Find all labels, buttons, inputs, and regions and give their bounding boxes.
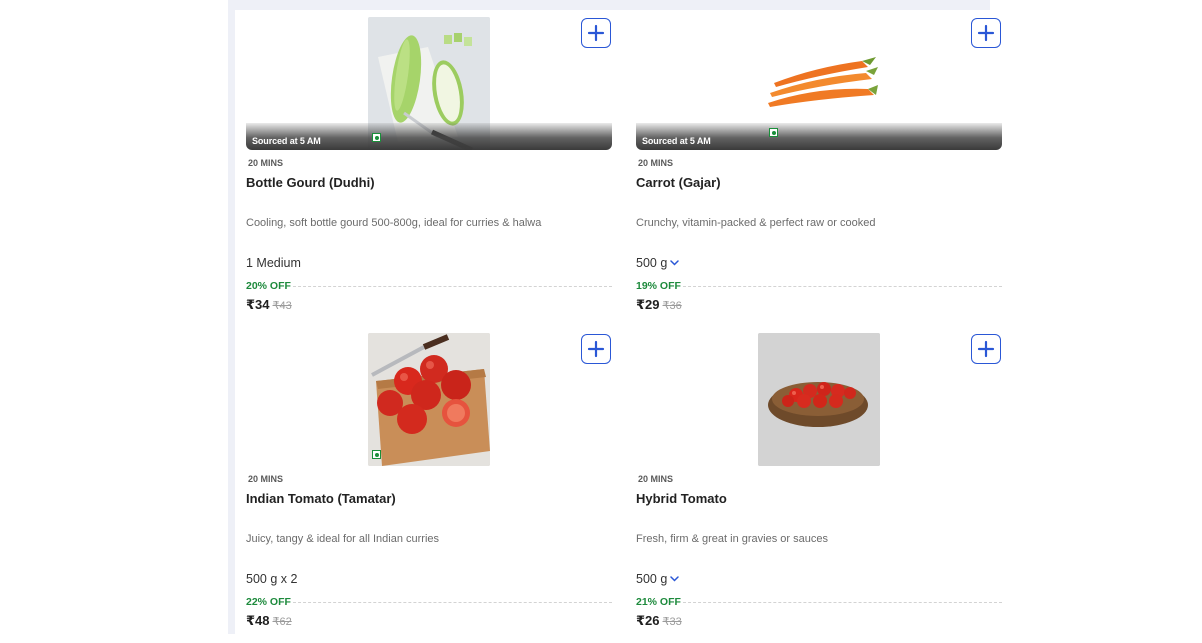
add-to-cart-button[interactable] xyxy=(581,334,611,364)
product-grid: Sourced at 5 AM 20 MINS Bottle Gourd (Du… xyxy=(0,0,1202,634)
dashed-divider xyxy=(292,285,612,287)
selling-price: ₹26 xyxy=(636,613,660,628)
selling-price: ₹48 xyxy=(246,613,270,628)
veg-icon xyxy=(769,128,778,137)
dashed-divider xyxy=(292,601,612,603)
discount-badge: 21% OFF xyxy=(636,596,681,608)
add-to-cart-button[interactable] xyxy=(971,334,1001,364)
product-description: Cooling, soft bottle gourd 500-800g, ide… xyxy=(246,217,542,229)
product-description: Fresh, firm & great in gravies or sauces xyxy=(636,533,828,545)
discount-row: 22% OFF xyxy=(246,596,612,608)
quantity-selector[interactable]: 500 g xyxy=(636,572,680,586)
price-row: ₹29 ₹36 xyxy=(636,297,682,313)
delivery-eta: 20 MINS xyxy=(638,158,674,168)
veg-icon xyxy=(372,450,381,459)
veg-icon xyxy=(372,133,381,142)
delivery-eta: 20 MINS xyxy=(248,474,284,484)
quantity-label: 500 g x 2 xyxy=(246,572,297,586)
add-to-cart-button[interactable] xyxy=(971,18,1001,48)
sourced-badge: Sourced at 5 AM xyxy=(246,123,612,150)
product-name[interactable]: Hybrid Tomato xyxy=(636,491,727,506)
dashed-divider xyxy=(682,285,1002,287)
product-media: Sourced at 5 AM xyxy=(636,17,1002,150)
sourced-text: Sourced at 5 AM xyxy=(642,136,711,146)
discount-badge: 19% OFF xyxy=(636,280,681,292)
quantity-selector[interactable]: 500 g xyxy=(636,256,680,270)
quantity-text: 500 g xyxy=(636,572,668,586)
sourced-badge: Sourced at 5 AM xyxy=(636,123,1002,150)
sourced-text: Sourced at 5 AM xyxy=(252,136,321,146)
product-name[interactable]: Carrot (Gajar) xyxy=(636,175,721,190)
delivery-eta: 20 MINS xyxy=(248,158,284,168)
product-name[interactable]: Bottle Gourd (Dudhi) xyxy=(246,175,375,190)
price-row: ₹48 ₹62 xyxy=(246,613,292,629)
discount-badge: 20% OFF xyxy=(246,280,291,292)
delivery-eta: 20 MINS xyxy=(638,474,674,484)
discount-badge: 22% OFF xyxy=(246,596,291,608)
chevron-down-icon xyxy=(670,260,680,266)
discount-row: 21% OFF xyxy=(636,596,1002,608)
price-row: ₹34 ₹43 xyxy=(246,297,292,313)
product-media xyxy=(636,333,1002,466)
tomato-image[interactable] xyxy=(368,333,490,466)
product-card[interactable]: 20 MINS Indian Tomato (Tamatar) Juicy, t… xyxy=(246,333,612,643)
price-row: ₹26 ₹33 xyxy=(636,613,682,629)
original-price: ₹36 xyxy=(662,300,682,312)
product-name[interactable]: Indian Tomato (Tamatar) xyxy=(246,491,396,506)
quantity-text: 500 g xyxy=(636,256,668,270)
discount-row: 20% OFF xyxy=(246,280,612,292)
product-card[interactable]: Sourced at 5 AM 20 MINS Carrot (Gajar) C… xyxy=(636,17,1002,327)
original-price: ₹33 xyxy=(662,616,682,628)
product-card[interactable]: 20 MINS Hybrid Tomato Fresh, firm & grea… xyxy=(636,333,1002,643)
product-media xyxy=(246,333,612,466)
quantity-text: 500 g x 2 xyxy=(246,572,298,586)
plus-icon xyxy=(587,340,605,358)
plus-icon xyxy=(977,24,995,42)
add-to-cart-button[interactable] xyxy=(581,18,611,48)
product-media: Sourced at 5 AM xyxy=(246,17,612,150)
product-description: Juicy, tangy & ideal for all Indian curr… xyxy=(246,533,439,545)
plus-icon xyxy=(587,24,605,42)
original-price: ₹43 xyxy=(272,300,292,312)
plus-icon xyxy=(977,340,995,358)
tomato-bowl-image[interactable] xyxy=(758,333,880,466)
original-price: ₹62 xyxy=(272,616,292,628)
selling-price: ₹29 xyxy=(636,297,660,312)
selling-price: ₹34 xyxy=(246,297,270,312)
dashed-divider xyxy=(682,601,1002,603)
quantity-label: 1 Medium xyxy=(246,256,301,270)
product-card[interactable]: Sourced at 5 AM 20 MINS Bottle Gourd (Du… xyxy=(246,17,612,327)
quantity-text: 1 Medium xyxy=(246,256,301,270)
product-description: Crunchy, vitamin-packed & perfect raw or… xyxy=(636,217,876,229)
chevron-down-icon xyxy=(670,576,680,582)
discount-row: 19% OFF xyxy=(636,280,1002,292)
